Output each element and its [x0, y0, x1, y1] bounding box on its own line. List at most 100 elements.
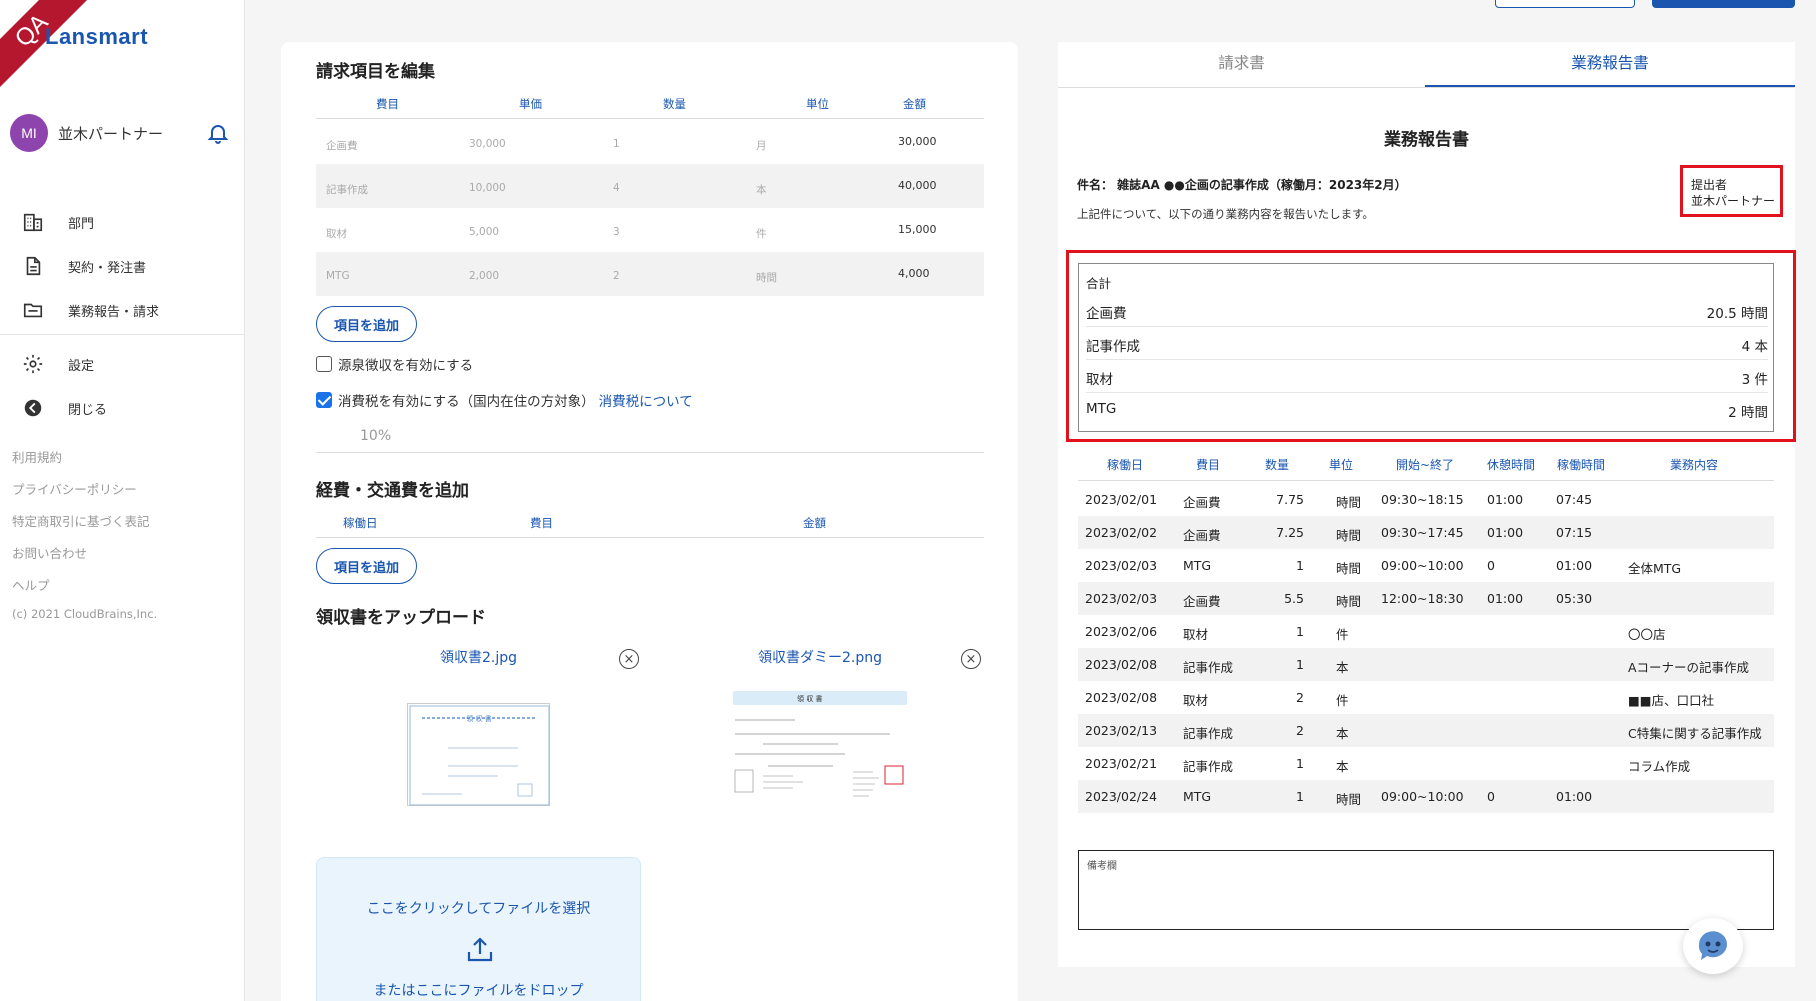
- nav-item-departments[interactable]: 部門: [0, 200, 245, 244]
- copyright: (c) 2021 CloudBrains,Inc.: [12, 607, 158, 621]
- withholding-checkbox[interactable]: [316, 356, 332, 372]
- cell-unit: 本: [1336, 726, 1349, 741]
- cell-content: コラム作成: [1628, 759, 1691, 774]
- app-logo[interactable]: Lansmart: [45, 24, 148, 50]
- tax-info-link[interactable]: 消費税について: [599, 390, 693, 410]
- cell-unit: 本: [756, 184, 767, 196]
- tab-invoice[interactable]: 請求書: [1058, 42, 1425, 88]
- receipt-file-name[interactable]: 領収書2.jpg: [440, 647, 517, 667]
- receipt-image-icon: 領 収 書: [733, 691, 907, 797]
- nav-item-reports[interactable]: 業務報告・請求: [0, 288, 245, 332]
- svg-text:領 収 書: 領 収 書: [466, 714, 491, 723]
- table-row[interactable]: 2023/02/01 企画費 7.75 時間 09:30~18:15 01:00 07:45: [1078, 483, 1774, 516]
- cell-qty: 7.25: [1276, 525, 1304, 540]
- cell-work: 01:00: [1556, 558, 1593, 573]
- withholding-option[interactable]: 源泉徴収を有効にする: [316, 354, 473, 374]
- table-row[interactable]: 2023/02/08 記事作成 1 本 Aコーナーの記事作成: [1078, 648, 1774, 681]
- link-terms[interactable]: 利用規約: [12, 442, 150, 474]
- nav-item-close[interactable]: 閉じる: [0, 386, 245, 430]
- bell-icon[interactable]: [206, 121, 230, 145]
- link-commerce[interactable]: 特定商取引に基づく表記: [12, 506, 150, 538]
- close-icon[interactable]: ×: [619, 649, 639, 669]
- cell-break: 01:00: [1487, 591, 1524, 606]
- secondary-nav: 設定 閉じる: [0, 342, 245, 430]
- top-outline-button[interactable]: [1495, 0, 1635, 8]
- link-contact[interactable]: お問い合わせ: [12, 538, 150, 570]
- cell-qty: 1: [1296, 657, 1304, 672]
- col-header: 稼働日: [343, 516, 378, 530]
- cell-span: 09:30~18:15: [1381, 492, 1464, 507]
- sidebar: QA Lansmart MI 並木パートナー 部門 契約・発注書 業務報告・請求: [0, 0, 245, 1001]
- table-row[interactable]: 2023/02/24 MTG 1 時間 09:00~10:00 0 01:00: [1078, 780, 1774, 813]
- cell-qty: 2: [1296, 690, 1304, 705]
- tax-checkbox[interactable]: [316, 392, 332, 408]
- cell-unit: 時間: [1336, 528, 1362, 543]
- table-row[interactable]: 2023/02/13 記事作成 2 本 C特集に関する記事作成: [1078, 714, 1774, 747]
- tax-option[interactable]: 消費税を有効にする（国内在住の方対象） 消費税について: [316, 390, 693, 410]
- cell-qty: 5.5: [1284, 591, 1304, 606]
- cell-work: 01:00: [1556, 789, 1593, 804]
- cell-qty: 2: [613, 270, 620, 282]
- cell-unit: 本: [1336, 759, 1349, 774]
- divider: [316, 537, 984, 538]
- svg-text:領 収 書: 領 収 書: [797, 694, 822, 703]
- table-row[interactable]: 2023/02/03 企画費 5.5 時間 12:00~18:30 01:00 05:30: [1078, 582, 1774, 615]
- cell-item: 取材: [1183, 627, 1209, 642]
- tab-divider: [1058, 87, 1795, 88]
- cell-date: 2023/02/08: [1085, 657, 1158, 672]
- cell-qty: 1: [613, 138, 620, 150]
- cell-item: 記事作成: [326, 184, 368, 196]
- col-header: 稼働日: [1107, 458, 1144, 472]
- cell-price: 10,000: [469, 182, 506, 194]
- user-profile[interactable]: MI 並木パートナー: [10, 113, 230, 153]
- table-row[interactable]: 取材 5,000 3 件 15,000: [316, 208, 984, 252]
- chat-support-button[interactable]: [1683, 918, 1743, 974]
- cell-date: 2023/02/24: [1085, 789, 1158, 804]
- receipts-title: 領収書をアップロード: [316, 608, 486, 628]
- tax-rate-value[interactable]: 10%: [360, 428, 391, 444]
- table-row[interactable]: 2023/02/02 企画費 7.25 時間 09:30~17:45 01:00 07:15: [1078, 516, 1774, 549]
- summary-row: 取材 3 件: [1086, 360, 1768, 393]
- cell-qty: 1: [1296, 624, 1304, 639]
- cell-unit: 件: [1336, 693, 1349, 708]
- receipt-thumbnail[interactable]: 領 収 書: [407, 703, 550, 806]
- nav-item-contracts[interactable]: 契約・発注書: [0, 244, 245, 288]
- table-row[interactable]: MTG 2,000 2 時間 4,000: [316, 252, 984, 296]
- cell-date: 2023/02/06: [1085, 624, 1158, 639]
- add-expense-item-button[interactable]: 項目を追加: [316, 548, 417, 584]
- nav-label: 設定: [68, 358, 95, 374]
- table-row[interactable]: 2023/02/21 記事作成 1 本 コラム作成: [1078, 747, 1774, 780]
- cell-work: 05:30: [1556, 591, 1593, 606]
- file-upload-dropzone[interactable]: ここをクリックしてファイルを選択 またはここにファイルをドロップ: [316, 857, 641, 1001]
- add-billing-item-button[interactable]: 項目を追加: [316, 306, 417, 342]
- col-header: 費目: [530, 516, 553, 530]
- nav-item-settings[interactable]: 設定: [0, 342, 245, 386]
- cell-work: 07:15: [1556, 525, 1593, 540]
- table-row[interactable]: 2023/02/03 MTG 1 時間 09:00~10:00 0 01:00 全体MTG: [1078, 549, 1774, 582]
- divider: [316, 118, 984, 119]
- col-header: 開始~終了: [1396, 458, 1455, 472]
- table-row[interactable]: 2023/02/08 取材 2 件 ■■店、口口社: [1078, 681, 1774, 714]
- col-header: 金額: [903, 97, 926, 111]
- link-help[interactable]: ヘルプ: [12, 570, 150, 602]
- cell-item: 記事作成: [1183, 759, 1234, 774]
- avatar[interactable]: MI: [10, 114, 48, 152]
- tab-report[interactable]: 業務報告書: [1425, 42, 1795, 88]
- cell-date: 2023/02/21: [1085, 756, 1158, 771]
- table-row[interactable]: 企画費 30,000 1 月 30,000: [316, 120, 984, 164]
- receipt-thumbnail[interactable]: 領 収 書: [733, 690, 907, 814]
- report-title: 業務報告書: [1384, 130, 1469, 150]
- close-icon[interactable]: ×: [961, 649, 981, 669]
- cell-break: 0: [1487, 558, 1495, 573]
- cell-span: 09:30~17:45: [1381, 525, 1464, 540]
- tax-label: 消費税を有効にする（国内在住の方対象）: [338, 394, 595, 410]
- remarks-field[interactable]: 備考欄: [1078, 850, 1774, 930]
- top-primary-button[interactable]: [1652, 0, 1795, 8]
- table-row[interactable]: 2023/02/06 取材 1 件 〇〇店: [1078, 615, 1774, 648]
- table-row[interactable]: 記事作成 10,000 4 本 40,000: [316, 164, 984, 208]
- receipt-file-name[interactable]: 領収書ダミー2.png: [758, 647, 882, 667]
- summary-item: 記事作成: [1086, 339, 1140, 355]
- link-privacy[interactable]: プライバシーポリシー: [12, 474, 150, 506]
- col-header: 数量: [1265, 458, 1290, 472]
- summary-item: 取材: [1086, 372, 1113, 388]
